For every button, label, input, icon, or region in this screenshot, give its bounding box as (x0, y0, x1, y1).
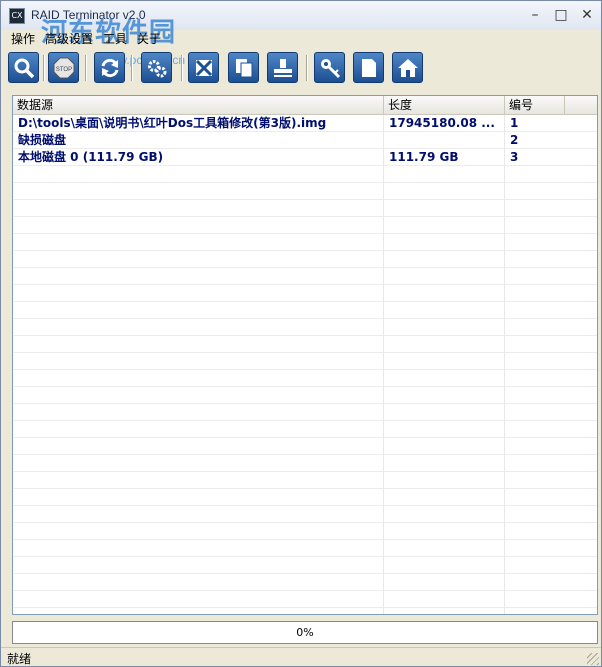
status-text: 就绪 (7, 652, 32, 666)
menu-bar: 操作 高级设置 工具 关于 (1, 31, 601, 49)
refresh-button[interactable] (94, 52, 125, 83)
progress-bar: 0% (12, 621, 598, 644)
settings-button[interactable] (141, 52, 172, 83)
row-source: 缺损磁盘 (18, 133, 67, 147)
refresh-icon (101, 58, 118, 77)
cancel-icon (195, 59, 212, 76)
cancel-button[interactable] (188, 52, 219, 83)
menu-operation[interactable]: 操作 (11, 31, 35, 49)
stop-icon: STOP (53, 57, 74, 78)
close-button[interactable]: ✕ (579, 7, 595, 23)
row-id: 1 (510, 116, 519, 130)
row-length: 111.79 GB (389, 150, 459, 164)
document-button[interactable] (353, 52, 384, 83)
search-button[interactable] (8, 52, 39, 83)
table-row[interactable]: D:\tools\桌面\说明书\红叶Dos工具箱修改(第3版).img 1794… (13, 115, 597, 132)
list-header: 数据源 长度 编号 (13, 96, 597, 115)
app-window: CX RAID Terminator v2.0 河东软件园 – □ ✕ 操作 高… (0, 0, 602, 667)
column-header-length[interactable]: 长度 (384, 96, 505, 114)
row-id: 3 (510, 150, 519, 164)
data-source-list[interactable]: 数据源 长度 编号 D:\tools\桌面\说明书\红叶Dos工具箱修改(第3版… (12, 95, 598, 615)
app-icon[interactable]: CX (9, 8, 25, 24)
menu-advanced-settings[interactable]: 高级设置 (45, 31, 93, 49)
toolbar: STOP (1, 52, 601, 86)
save-icon (273, 58, 292, 77)
settings-icon (147, 59, 166, 77)
menu-tools[interactable]: 工具 (103, 31, 127, 49)
key-button[interactable] (314, 52, 345, 83)
table-row[interactable]: 缺损磁盘 2 (13, 132, 597, 149)
home-button[interactable] (392, 52, 423, 83)
home-icon (397, 58, 418, 77)
row-length: 17945180.08 ... (389, 116, 495, 130)
table-row[interactable]: 本地磁盘 0 (111.79 GB) 111.79 GB 3 (13, 149, 597, 166)
title-bar: CX RAID Terminator v2.0 河东软件园 – □ ✕ (1, 1, 601, 48)
resize-grip[interactable] (587, 653, 599, 665)
progress-label: 0% (296, 626, 314, 639)
minimize-button[interactable]: – (527, 7, 543, 23)
key-icon (320, 58, 340, 78)
maximize-button[interactable]: □ (553, 7, 569, 23)
menu-about[interactable]: 关于 (137, 31, 161, 49)
copy-icon (235, 58, 252, 77)
column-header-source[interactable]: 数据源 (13, 96, 384, 114)
document-icon (361, 58, 376, 77)
list-body: D:\tools\桌面\说明书\红叶Dos工具箱修改(第3版).img 1794… (13, 115, 597, 614)
search-icon (14, 58, 34, 78)
save-button[interactable] (267, 52, 298, 83)
status-bar: 就绪 (1, 647, 601, 666)
row-source: D:\tools\桌面\说明书\红叶Dos工具箱修改(第3版).img (18, 116, 327, 130)
stop-button[interactable]: STOP (48, 52, 79, 83)
column-header-id[interactable]: 编号 (505, 96, 565, 114)
copy-button[interactable] (228, 52, 259, 83)
row-id: 2 (510, 133, 519, 147)
row-source: 本地磁盘 0 (111.79 GB) (18, 150, 164, 164)
svg-text:STOP: STOP (55, 67, 71, 73)
